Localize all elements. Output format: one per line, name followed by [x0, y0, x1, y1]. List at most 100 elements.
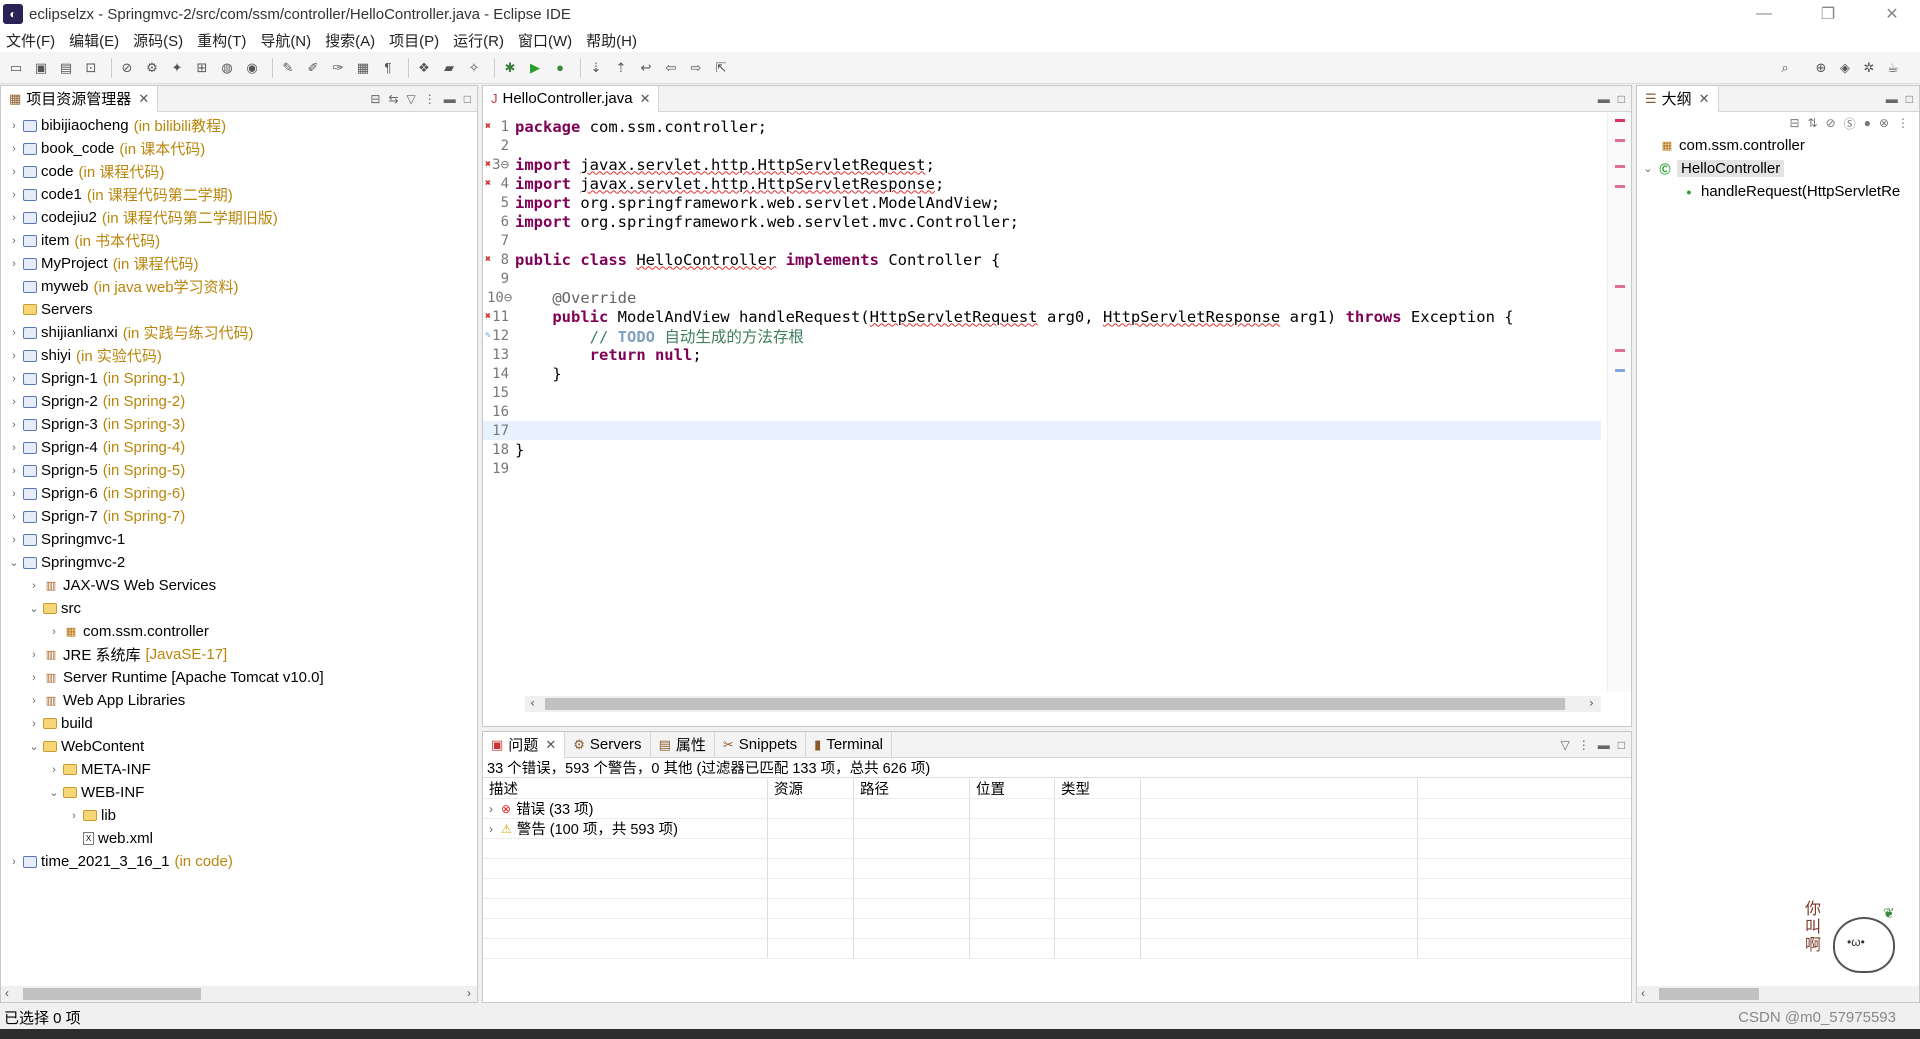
column-header[interactable]: 位置	[970, 779, 1055, 798]
chevron-right-icon[interactable]: ›	[7, 534, 21, 546]
close-icon[interactable]: ✕	[138, 91, 149, 107]
error-marker-icon[interactable]: ✖	[485, 121, 495, 133]
column-header[interactable]: 类型	[1055, 779, 1141, 798]
code-line[interactable]: 7	[483, 231, 1601, 250]
code-editor[interactable]: ‹ › ✖ 1 package com.ssm.controller; 2 ✖ 3⊖ imp…	[483, 113, 1631, 726]
chevron-right-icon[interactable]: ›	[7, 442, 21, 454]
tree-item[interactable]: ⌄ WEB-INF	[1, 781, 477, 804]
code-line[interactable]: 10⊖ @Override	[483, 288, 1601, 307]
chevron-right-icon[interactable]: ›	[7, 488, 21, 500]
tree-item[interactable]: › build	[1, 712, 477, 735]
menu-search[interactable]: 搜索(A)	[325, 30, 375, 51]
maximize-icon[interactable]: □	[1906, 92, 1913, 106]
tree-item[interactable]: › lib	[1, 804, 477, 827]
chevron-right-icon[interactable]: ›	[7, 856, 21, 868]
tree-item[interactable]: ⌄ Springmvc-2	[1, 551, 477, 574]
tab-problems[interactable]: ▣ 问题 ✕	[483, 731, 566, 758]
menu-refactor[interactable]: 重构(T)	[197, 30, 246, 51]
whitespace-icon[interactable]: ¶	[378, 58, 398, 78]
chevron-right-icon[interactable]: ›	[489, 822, 493, 836]
open-folder-icon[interactable]: ▰	[439, 58, 459, 78]
new-class-icon[interactable]: ◉	[242, 58, 262, 78]
close-icon[interactable]: ✕	[545, 737, 556, 753]
chevron-right-icon[interactable]: ›	[7, 235, 21, 247]
tree-item[interactable]: › MyProject (in 课程代码)	[1, 252, 477, 275]
code-line[interactable]: 18}	[483, 440, 1601, 459]
chevron-down-icon[interactable]: ⌄	[1641, 162, 1655, 175]
pin-icon[interactable]: ✎	[278, 58, 298, 78]
tab-hello-controller[interactable]: J HelloController.java ✕	[483, 85, 660, 112]
close-icon[interactable]: ✕	[640, 91, 651, 107]
back-icon[interactable]: ⇦	[661, 58, 681, 78]
column-header[interactable]: 路径	[854, 779, 970, 798]
tree-item[interactable]: › shiyi (in 实验代码)	[1, 344, 477, 367]
menu-help[interactable]: 帮助(H)	[586, 30, 637, 51]
task-marker-icon[interactable]: ✎	[485, 330, 495, 342]
external-tools-icon[interactable]: ●	[550, 58, 570, 78]
java-ee-perspective-icon[interactable]: ◈	[1835, 58, 1855, 78]
tree-item[interactable]: Servers	[1, 298, 477, 321]
new-icon[interactable]: ▭	[6, 58, 26, 78]
chevron-right-icon[interactable]: ›	[7, 465, 21, 477]
minimize-icon[interactable]: ▬	[444, 92, 456, 106]
chevron-right-icon[interactable]: ›	[7, 511, 21, 523]
menu-run[interactable]: 运行(R)	[453, 30, 504, 51]
minimize-button[interactable]: —	[1736, 0, 1792, 28]
open-type-icon[interactable]: ❖	[414, 58, 434, 78]
hide-local-types-icon[interactable]: ⊗	[1879, 116, 1889, 130]
tree-item[interactable]: › Sprign-5 (in Spring-5)	[1, 459, 477, 482]
chevron-right-icon[interactable]: ›	[27, 580, 41, 592]
column-header[interactable]: 描述	[483, 779, 768, 798]
maximize-icon[interactable]: □	[1618, 92, 1625, 106]
tree-item[interactable]: › ▥ Server Runtime [Apache Tomcat v10.0]	[1, 666, 477, 689]
view-menu-icon[interactable]: ⋮	[1897, 116, 1909, 130]
mark-occurrences-icon[interactable]: ✑	[328, 58, 348, 78]
tree-item[interactable]: › Sprign-2 (in Spring-2)	[1, 390, 477, 413]
tab-outline[interactable]: ☰ 大纲 ✕	[1637, 85, 1719, 112]
new-package-icon[interactable]: ⊞	[192, 58, 212, 78]
tree-item[interactable]: › Sprign-4 (in Spring-4)	[1, 436, 477, 459]
debug-perspective-icon[interactable]: ✲	[1859, 58, 1879, 78]
debug-icon[interactable]: ✱	[500, 58, 520, 78]
chevron-right-icon[interactable]: ›	[7, 373, 21, 385]
filter-icon[interactable]: ▽	[1561, 738, 1570, 752]
explorer-hscroll[interactable]: ‹ ›	[1, 986, 477, 1002]
globe-icon[interactable]: ◍	[217, 58, 237, 78]
hide-fields-icon[interactable]: ⊘	[1826, 116, 1836, 130]
close-icon[interactable]: ✕	[1699, 91, 1710, 107]
menu-window[interactable]: 窗口(W)	[518, 30, 572, 51]
tab-terminal[interactable]: ▮ Terminal	[806, 731, 892, 758]
menu-source[interactable]: 源码(S)	[133, 30, 183, 51]
chevron-right-icon[interactable]: ›	[7, 350, 21, 362]
outline-hscroll-thumb[interactable]	[1659, 988, 1759, 1000]
minimize-icon[interactable]: ▬	[1886, 92, 1898, 106]
sort-icon[interactable]: ⇅	[1808, 116, 1818, 130]
error-marker-icon[interactable]: ✖	[485, 254, 495, 266]
hide-static-icon[interactable]: Ⓢ	[1844, 115, 1856, 132]
chevron-right-icon[interactable]: ›	[27, 695, 41, 707]
tab-properties[interactable]: ▤ 属性	[651, 731, 715, 758]
code-line[interactable]: 5 import org.springframework.web.servlet.…	[483, 193, 1601, 212]
code-line[interactable]: ✖ 11 public ModelAndView handleRequest(Ht…	[483, 307, 1601, 326]
search-tool-icon[interactable]: ✧	[464, 58, 484, 78]
column-header[interactable]: 资源	[768, 779, 854, 798]
editor-hscroll[interactable]: ‹ ›	[525, 696, 1601, 712]
tree-item[interactable]: › bibijiaocheng (in bilibili教程)	[1, 114, 477, 137]
tree-item[interactable]: › item (in 书本代码)	[1, 229, 477, 252]
code-line[interactable]: 2	[483, 136, 1601, 155]
tree-item[interactable]: › shijianlianxi (in 实践与练习代码)	[1, 321, 477, 344]
chevron-down-icon[interactable]: ⌄	[27, 740, 41, 753]
editor-hscroll-thumb[interactable]	[545, 698, 1565, 710]
tree-item[interactable]: › ▥ Web App Libraries	[1, 689, 477, 712]
minimize-icon[interactable]: ▬	[1598, 738, 1610, 752]
chevron-down-icon[interactable]: ⌄	[7, 556, 21, 569]
chevron-right-icon[interactable]: ›	[7, 120, 21, 132]
outline-item-method[interactable]: ● handleRequest(HttpServletRe	[1637, 180, 1919, 203]
overview-ruler[interactable]	[1607, 113, 1631, 692]
code-line[interactable]: 15	[483, 383, 1601, 402]
chevron-down-icon[interactable]: ⌄	[27, 602, 41, 615]
view-menu-icon[interactable]: ⋮	[1578, 738, 1590, 752]
tree-item[interactable]: › book_code (in 课本代码)	[1, 137, 477, 160]
tree-item[interactable]: › Sprign-3 (in Spring-3)	[1, 413, 477, 436]
error-marker-icon[interactable]: ✖	[485, 178, 495, 190]
